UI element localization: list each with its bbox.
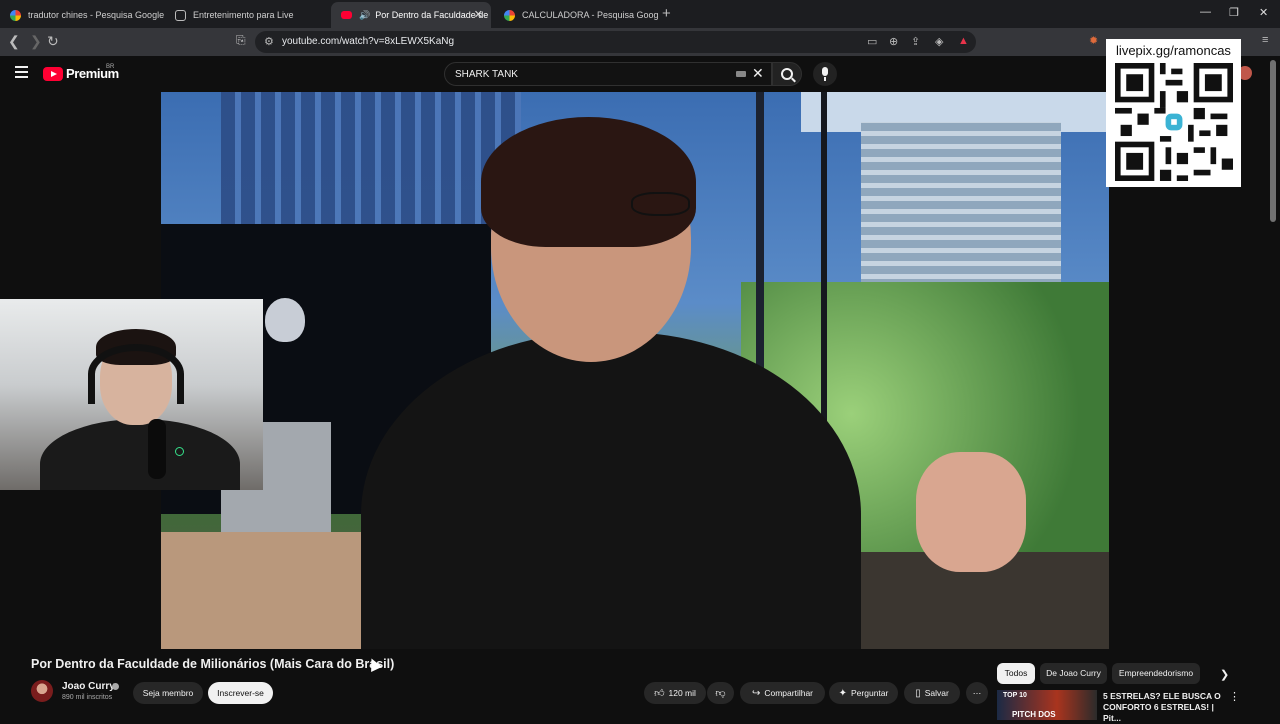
- audio-playing-icon[interactable]: 🔊: [359, 10, 370, 21]
- ask-button[interactable]: ✦ Perguntar: [829, 682, 898, 704]
- tab-title: tradutor chines - Pesquisa Google: [28, 10, 165, 20]
- browser-tab-bar: tradutor chines - Pesquisa Google Entret…: [0, 0, 1280, 28]
- close-tab-icon[interactable]: ✕: [474, 8, 483, 21]
- new-tab-button[interactable]: +: [662, 5, 671, 22]
- video-scene-hand: [916, 452, 1026, 572]
- search-icon: [781, 68, 793, 80]
- back-icon[interactable]: ❮: [8, 33, 20, 50]
- share-label: Compartilhar: [764, 688, 814, 698]
- tab-tradutor[interactable]: tradutor chines - Pesquisa Google: [0, 2, 165, 28]
- microphone-stand-icon: [148, 419, 166, 479]
- share-button[interactable]: ↪ Compartilhar: [740, 682, 825, 704]
- page-scrollbar[interactable]: [1270, 60, 1276, 222]
- search-input[interactable]: SHARK TANK ✕: [444, 62, 772, 86]
- tab-title: CALCULADORA - Pesquisa Google: [522, 10, 659, 20]
- search-button[interactable]: [772, 62, 802, 86]
- address-bar[interactable]: ⚙ youtube.com/watch?v=8xLEWX5KaNg ▭ ⊕ ⇪ …: [255, 31, 976, 53]
- join-button[interactable]: Seja membro: [133, 682, 203, 704]
- shield-icon[interactable]: ◈: [935, 35, 943, 48]
- browser-nav-bar: ❮ ❯ ↻ ⎘ ⚙ youtube.com/watch?v=8xLEWX5KaN…: [0, 28, 1280, 56]
- rewards-icon[interactable]: ▲: [958, 35, 969, 47]
- video-scene-person-hair: [481, 117, 696, 247]
- qr-code-icon: [1115, 63, 1233, 181]
- tab-calculadora[interactable]: CALCULADORA - Pesquisa Google: [494, 2, 659, 28]
- ask-label: Perguntar: [851, 688, 889, 698]
- tab-youtube-video[interactable]: 🔊 Por Dentro da Faculdade de Mi ✕: [331, 2, 491, 28]
- video-scene-glasses: [631, 192, 690, 216]
- webcam-person-body: [40, 419, 240, 490]
- thumbnail-text: PITCH DOS: [1012, 710, 1056, 719]
- browser-menu-icon[interactable]: ≡: [1262, 34, 1268, 46]
- microphone-icon: [822, 67, 828, 81]
- thumbs-up-icon: 👍︎: [654, 688, 665, 699]
- reload-icon[interactable]: ↻: [47, 33, 59, 50]
- chevron-right-icon[interactable]: ❯: [1220, 668, 1229, 681]
- tab-entretenimento[interactable]: Entretenimento para Live: [165, 2, 330, 28]
- save-button[interactable]: ▯ Salvar: [904, 682, 960, 704]
- bookmark-icon[interactable]: ⎘: [236, 33, 246, 48]
- forward-icon[interactable]: ❯: [30, 33, 42, 50]
- sparkle-icon: ✦: [838, 688, 848, 699]
- headset-icon: [88, 344, 184, 404]
- bookmark-save-icon: ▯: [915, 688, 921, 699]
- country-code: BR: [106, 64, 115, 70]
- qr-overlay: livepix.gg/ramoncas: [1106, 39, 1241, 187]
- google-icon: [10, 9, 21, 21]
- mic-led-icon: [175, 447, 184, 456]
- url-text[interactable]: youtube.com/watch?v=8xLEWX5KaNg: [282, 36, 454, 47]
- chip-de-joao-curry[interactable]: De Joao Curry: [1040, 663, 1107, 684]
- recommendation-title[interactable]: 5 ESTRELAS? ELE BUSCA O CONFORTO 6 ESTRE…: [1103, 691, 1228, 724]
- more-options-icon[interactable]: ⋮: [1229, 690, 1240, 703]
- like-button[interactable]: 👍︎ 120 mil: [644, 682, 706, 704]
- minimize-icon[interactable]: —: [1200, 6, 1211, 18]
- voice-search-button[interactable]: [813, 62, 837, 86]
- webcam-overlay: [0, 299, 263, 490]
- hamburger-menu-icon[interactable]: [15, 66, 28, 78]
- verified-icon: [112, 683, 119, 690]
- share-page-icon[interactable]: ⇪: [911, 35, 920, 48]
- clear-search-icon[interactable]: ✕: [752, 65, 764, 82]
- tab-title: Entretenimento para Live: [193, 10, 294, 20]
- channel-avatar[interactable]: [31, 680, 53, 702]
- qr-overlay-text: livepix.gg/ramoncas: [1116, 43, 1231, 58]
- cast-icon[interactable]: ▭: [867, 35, 877, 48]
- chip-todos[interactable]: Todos: [997, 663, 1035, 684]
- dislike-button[interactable]: 👎︎: [707, 682, 734, 704]
- chip-empreendedorismo[interactable]: Empreendedorismo: [1112, 663, 1200, 684]
- youtube-logo-icon[interactable]: [43, 67, 63, 81]
- search-input-value[interactable]: SHARK TANK: [455, 69, 518, 80]
- apple-logo-icon: [265, 298, 305, 342]
- youtube-icon: [341, 11, 352, 19]
- recommendation-thumbnail[interactable]: TOP 10 PITCH DOS: [997, 690, 1097, 720]
- keyboard-icon[interactable]: [736, 71, 746, 77]
- subscriber-count: 890 mil inscritos: [62, 694, 113, 701]
- maximize-icon[interactable]: ❐: [1229, 6, 1239, 19]
- close-window-icon[interactable]: ✕: [1259, 6, 1268, 19]
- thumbnail-badge: TOP 10: [1003, 692, 1027, 699]
- video-player[interactable]: [161, 92, 1109, 649]
- channel-name[interactable]: Joao Curry: [62, 681, 115, 692]
- video-title: Por Dentro da Faculdade de Milionários (…: [31, 657, 395, 671]
- more-actions-button[interactable]: ⋯: [966, 682, 988, 704]
- thumbs-down-icon: 👎︎: [715, 688, 726, 699]
- share-icon: ↪: [751, 688, 761, 699]
- extension-icon[interactable]: ✹: [1089, 34, 1098, 47]
- video-scene-building: [221, 92, 521, 232]
- site-info-icon[interactable]: ⚙: [264, 35, 274, 48]
- youtube-header: Premium BR SHARK TANK ✕: [0, 56, 1280, 92]
- globe-icon: [175, 9, 186, 21]
- like-count: 120 mil: [668, 688, 696, 698]
- subscribe-button[interactable]: Inscrever-se: [208, 682, 273, 704]
- zoom-icon[interactable]: ⊕: [889, 35, 898, 48]
- save-label: Salvar: [924, 688, 949, 698]
- google-icon: [504, 9, 515, 21]
